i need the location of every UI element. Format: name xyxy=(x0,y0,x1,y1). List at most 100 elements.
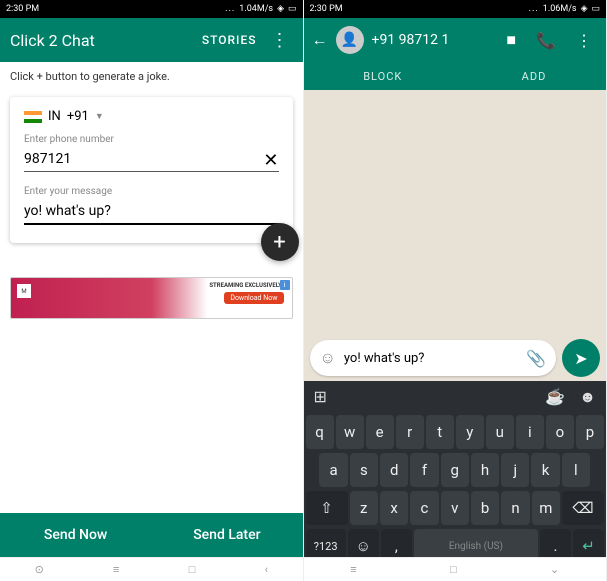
status-bar: 2:30 PM ... 1.04M/s ◈ ▭ xyxy=(0,0,303,18)
nav-home-icon-r[interactable]: □ xyxy=(450,563,457,576)
message-input[interactable] xyxy=(24,199,279,225)
clear-icon[interactable]: ✕ xyxy=(263,150,278,171)
key-u[interactable]: u xyxy=(486,415,514,449)
signal-icon: ... xyxy=(225,4,235,14)
status-time: 2:30 PM xyxy=(6,4,39,14)
android-nav-bar-r: ≡ □ ⌄ xyxy=(304,557,607,581)
key-g[interactable]: g xyxy=(441,453,469,487)
nav-recent-icon[interactable]: ⊙ xyxy=(35,563,44,576)
menu-icon-r[interactable]: ⋮ xyxy=(570,31,598,50)
message-field-row: Enter your message xyxy=(24,186,279,225)
kb-row1: qwertyuiop xyxy=(304,413,607,451)
nav-home-icon[interactable]: ≡ xyxy=(113,563,119,576)
send-button[interactable]: ➤ xyxy=(562,339,600,377)
keyboard: ⊞ ☕☻ qwertyuiop asdfghjkl ⇧ zxcvbnm ⌫ ?1… xyxy=(304,381,607,581)
kb-row3-wrap: ⇧ zxcvbnm ⌫ xyxy=(304,489,607,527)
backspace-key[interactable]: ⌫ xyxy=(562,491,604,525)
back-icon[interactable]: ← xyxy=(312,30,328,50)
battery-icon: ▭ xyxy=(288,4,297,14)
key-s[interactable]: s xyxy=(350,453,378,487)
flag-icon xyxy=(24,111,42,123)
block-button[interactable]: BLOCK xyxy=(363,70,402,83)
key-i[interactable]: i xyxy=(516,415,544,449)
voice-call-icon[interactable]: 📞 xyxy=(530,31,562,50)
key-y[interactable]: y xyxy=(456,415,484,449)
key-w[interactable]: w xyxy=(336,415,364,449)
key-h[interactable]: h xyxy=(471,453,499,487)
chat-header: ← 👤 +91 98712 1 ■ 📞 ⋮ xyxy=(304,18,607,62)
key-q[interactable]: q xyxy=(306,415,334,449)
right-phone: 2:30 PM ... 1.06M/s ◈▭ ← 👤 +91 98712 1 ■ 📞… xyxy=(304,0,607,581)
key-a[interactable]: a xyxy=(319,453,347,487)
contact-action-bar: BLOCK ADD xyxy=(304,62,607,90)
key-v[interactable]: v xyxy=(441,491,469,525)
chat-body: ☺ yo! what's up? 📎 ➤ xyxy=(304,90,607,381)
compose-card: IN +91 ▼ Enter phone number ✕ Enter your… xyxy=(10,97,293,243)
nav-back-icon[interactable]: ‹ xyxy=(265,563,268,576)
app-header: Click 2 Chat STORIES ⋮ xyxy=(0,18,303,62)
key-f[interactable]: f xyxy=(410,453,438,487)
compose-box[interactable]: ☺ yo! what's up? 📎 xyxy=(310,340,557,376)
phone-label: Enter phone number xyxy=(24,134,279,145)
key-r[interactable]: r xyxy=(396,415,424,449)
contact-name[interactable]: +91 98712 1 xyxy=(372,32,493,48)
plus-fab[interactable]: + xyxy=(261,223,299,261)
left-phone: 2:30 PM ... 1.04M/s ◈ ▭ Click 2 Chat STORIE… xyxy=(0,0,304,581)
menu-icon[interactable]: ⋮ xyxy=(267,30,293,51)
key-x[interactable]: x xyxy=(380,491,408,525)
app-title: Click 2 Chat xyxy=(10,31,192,50)
key-t[interactable]: t xyxy=(426,415,454,449)
country-selector[interactable]: IN +91 ▼ xyxy=(24,109,279,124)
kb-apps-icon[interactable]: ⊞ xyxy=(314,387,327,407)
avatar[interactable]: 👤 xyxy=(336,26,364,54)
phone-input[interactable] xyxy=(24,147,279,172)
phone-field-row: Enter phone number ✕ xyxy=(24,134,279,172)
key-d[interactable]: d xyxy=(380,453,408,487)
kb-row2: asdfghjkl xyxy=(304,451,607,489)
status-bar-r: 2:30 PM ... 1.06M/s ◈▭ xyxy=(304,0,607,18)
attach-icon[interactable]: 📎 xyxy=(526,349,546,368)
ad-close-icon[interactable]: i xyxy=(280,280,290,290)
kb-face-icon[interactable]: ☻ xyxy=(579,387,596,407)
key-o[interactable]: o xyxy=(546,415,574,449)
net-speed-r: 1.06M/s xyxy=(543,4,577,14)
status-time-r: 2:30 PM xyxy=(310,4,343,14)
key-b[interactable]: b xyxy=(471,491,499,525)
key-k[interactable]: k xyxy=(531,453,559,487)
key-l[interactable]: l xyxy=(562,453,590,487)
key-m[interactable]: m xyxy=(532,491,560,525)
android-nav-bar: ⊙ ≡ □ ‹ xyxy=(0,557,303,581)
net-speed: 1.04M/s xyxy=(239,4,273,14)
ad-download-button[interactable]: Download Now xyxy=(224,292,283,304)
nav-down-icon-r[interactable]: ⌄ xyxy=(550,563,559,576)
battery-icon-r: ▭ xyxy=(591,4,600,14)
key-n[interactable]: n xyxy=(501,491,529,525)
add-button[interactable]: ADD xyxy=(522,70,547,83)
message-label: Enter your message xyxy=(24,186,279,197)
nav-home2-icon[interactable]: □ xyxy=(189,563,196,576)
compose-row: ☺ yo! what's up? 📎 ➤ xyxy=(310,339,601,377)
kb-coffee-icon[interactable]: ☕ xyxy=(545,387,565,407)
compose-text[interactable]: yo! what's up? xyxy=(344,351,518,366)
ad-banner[interactable]: M STREAMING EXCLUSIVELY! Download Now i xyxy=(10,277,293,319)
key-p[interactable]: p xyxy=(576,415,604,449)
kb-toolbar: ⊞ ☕ ☻ xyxy=(304,381,607,413)
bottom-action-bar: Send Now Send Later xyxy=(0,513,303,557)
key-z[interactable]: z xyxy=(350,491,378,525)
video-call-icon[interactable]: ■ xyxy=(500,30,522,50)
kb-row3: zxcvbnm xyxy=(350,491,560,525)
emoji-icon[interactable]: ☺ xyxy=(320,348,336,368)
hint-text: Click + button to generate a joke. xyxy=(0,62,303,91)
nav-recent-icon-r[interactable]: ≡ xyxy=(350,563,356,576)
signal-icon-r: ... xyxy=(529,4,539,14)
send-later-button[interactable]: Send Later xyxy=(151,527,302,543)
stories-button[interactable]: STORIES xyxy=(202,33,257,47)
send-now-button[interactable]: Send Now xyxy=(0,527,151,543)
wifi-icon-r: ◈ xyxy=(581,4,588,14)
key-e[interactable]: e xyxy=(366,415,394,449)
key-j[interactable]: j xyxy=(501,453,529,487)
shift-key[interactable]: ⇧ xyxy=(306,491,348,525)
ad-text: STREAMING EXCLUSIVELY! xyxy=(209,282,283,289)
key-c[interactable]: c xyxy=(410,491,438,525)
wifi-icon: ◈ xyxy=(277,4,284,14)
